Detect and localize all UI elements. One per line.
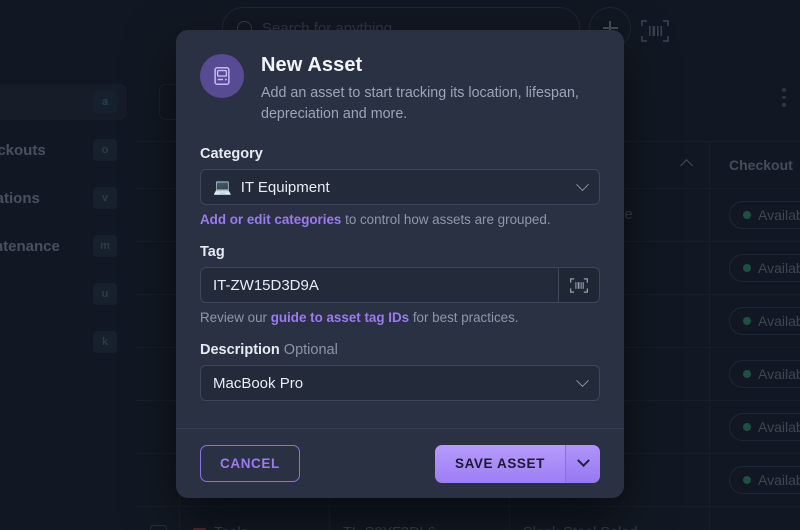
save-asset-button[interactable]: SAVE ASSET (434, 444, 566, 483)
description-optional-tag: Optional (283, 342, 338, 359)
computer-icon (214, 67, 230, 85)
app-root: Search for anything... (0, 0, 800, 530)
tag-input-group: IT-ZW15D3D9A (200, 267, 600, 304)
category-label: Category (200, 146, 263, 163)
laptop-icon: 💻 (213, 178, 232, 196)
chevron-down-icon (576, 374, 589, 387)
category-value: IT Equipment (240, 178, 330, 196)
dialog-icon-badge (200, 54, 244, 98)
chevron-down-icon (576, 454, 590, 468)
tag-help-text: Review our guide to asset tag IDs for be… (200, 310, 600, 325)
description-label-text: Description (200, 342, 280, 359)
description-value: MacBook Pro (213, 374, 304, 392)
category-help-rest: to control how assets are grouped. (341, 212, 551, 228)
tag-scan-button[interactable] (558, 267, 600, 304)
dialog-subtitle: Add an asset to start tracking its locat… (261, 85, 579, 122)
add-edit-categories-link[interactable]: Add or edit categories (200, 212, 341, 227)
chevron-down-icon (576, 178, 589, 191)
tag-help-after: for best practices. (409, 310, 519, 326)
save-button-group: SAVE ASSET (434, 444, 600, 483)
tag-field: Tag IT-ZW15D3D9A Review our guide to ass… (200, 244, 600, 325)
tag-input[interactable]: IT-ZW15D3D9A (200, 267, 558, 304)
description-select[interactable]: MacBook Pro (200, 365, 600, 402)
category-help-text: Add or edit categories to control how as… (200, 212, 600, 227)
dialog-body: New Asset Add an asset to start tracking… (176, 30, 624, 428)
description-label: Description Optional (200, 342, 600, 358)
description-field: Description Optional MacBook Pro (200, 342, 600, 402)
dialog-header: New Asset Add an asset to start tracking… (200, 54, 600, 124)
asset-tag-guide-link[interactable]: guide to asset tag IDs (271, 310, 409, 325)
dialog-footer: CANCEL SAVE ASSET (176, 428, 624, 498)
dialog-heading-block: New Asset Add an asset to start tracking… (261, 54, 581, 124)
category-select[interactable]: 💻 IT Equipment (200, 169, 600, 206)
new-asset-dialog: New Asset Add an asset to start tracking… (176, 30, 624, 498)
category-field: Category 💻 IT Equipment Add or edit cate… (200, 146, 600, 227)
dialog-title: New Asset (261, 54, 363, 76)
tag-label: Tag (200, 244, 225, 261)
save-options-dropdown[interactable] (566, 444, 600, 483)
cancel-button[interactable]: CANCEL (200, 445, 300, 482)
barcode-scanner-icon (570, 278, 588, 293)
tag-help-before: Review our (200, 310, 271, 326)
